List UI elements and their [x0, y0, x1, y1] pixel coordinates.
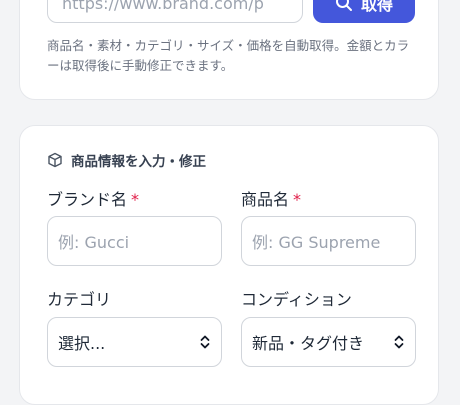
- required-mark: *: [293, 190, 302, 209]
- brand-label: ブランド名 *: [47, 186, 139, 210]
- brand-label-text: ブランド名: [47, 190, 128, 209]
- product-info-card: 商品情報を入力・修正 ブランド名 * 例: Gucci 商品名 * 例: GG Su…: [19, 125, 439, 405]
- category-select-value: 選択...: [58, 334, 106, 353]
- condition-label: コンディション: [241, 290, 352, 309]
- section-title: 商品情報を入力・修正: [47, 150, 206, 170]
- chevron-up-down-icon: [394, 335, 404, 349]
- product-name-label-text: 商品名: [241, 190, 290, 209]
- product-name-label: 商品名 *: [241, 186, 301, 210]
- section-title-text: 商品情報を入力・修正: [71, 154, 206, 170]
- url-fetch-card: https://www.brand.com/p 取得 商品名・素材・カテゴリ・サ…: [19, 0, 439, 100]
- brand-input[interactable]: 例: Gucci: [47, 216, 222, 266]
- category-select[interactable]: 選択...: [47, 317, 222, 367]
- fetch-help-text: 商品名・素材・カテゴリ・サイズ・価格を自動取得。金額とカラーは取得後に手動修正で…: [47, 38, 410, 73]
- fetch-button[interactable]: 取得: [313, 0, 415, 23]
- category-label: カテゴリ: [47, 290, 112, 309]
- required-mark: *: [131, 190, 140, 209]
- fetch-button-label: 取得: [360, 0, 393, 14]
- condition-select[interactable]: 新品・タグ付き: [241, 317, 416, 367]
- box-icon: [48, 152, 62, 168]
- product-name-input[interactable]: 例: GG Supreme: [241, 216, 416, 266]
- search-icon: [335, 0, 352, 11]
- product-url-input[interactable]: https://www.brand.com/p: [47, 0, 303, 23]
- condition-select-value: 新品・タグ付き: [252, 334, 365, 353]
- chevron-up-down-icon: [200, 335, 210, 349]
